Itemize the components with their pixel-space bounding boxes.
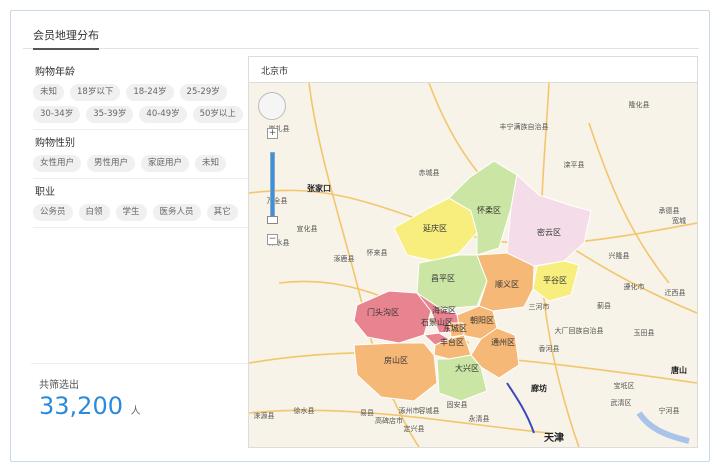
district-label: 顺义区 (495, 280, 519, 289)
place-label: 宽城 (672, 216, 686, 225)
place-label: 兴隆县 (609, 251, 630, 260)
place-label: 易县 (360, 409, 374, 417)
place-label: 大厂回族自治县 (555, 326, 604, 335)
tag-job-civil-servant[interactable]: 公务员 (33, 204, 73, 221)
zoom-slider-track[interactable] (270, 152, 275, 220)
tag-age-over50[interactable]: 50岁以上 (192, 106, 243, 123)
map-svg: 延庆区怀柔区密云区平谷区昌平区顺义区门头沟区 海淀区石景山区 朝阳区东城区丰台区 通州… (249, 83, 697, 447)
place-label: 遵化市 (624, 282, 645, 291)
district-label: 平谷区 (543, 276, 567, 285)
place-label: 涞源县 (254, 411, 275, 420)
river (636, 411, 690, 444)
tag-age-40-49[interactable]: 40-49岁 (139, 106, 187, 123)
place-label: 香河县 (539, 344, 560, 353)
filter-section: 购物年龄 未知 18岁以下 18-24岁 25-29岁 30-34岁 35-39… (33, 59, 251, 232)
district-label: 怀柔区 (477, 205, 501, 215)
place-label: 隆化县 (629, 100, 650, 109)
map-title: 北京市 (249, 57, 697, 83)
place-label: 蓟县 (597, 301, 611, 310)
district-label: 门头沟区 (367, 307, 399, 317)
result-label: 共筛选出 (39, 380, 79, 391)
district-label: 朝阳区 (470, 316, 494, 325)
result-count-value: 33,200 (39, 392, 123, 420)
place-label: 张家口 (307, 183, 331, 193)
tag-age-18-24[interactable]: 18-24岁 (126, 84, 174, 101)
tag-job-student[interactable]: 学生 (115, 204, 147, 221)
tag-gender-female[interactable]: 女性用户 (33, 155, 82, 172)
place-label: 玉田县 (634, 329, 655, 337)
tag-age-35-39[interactable]: 35-39岁 (86, 106, 134, 123)
district-label: 昌平区 (431, 274, 455, 283)
tag-job-medical[interactable]: 医务人员 (152, 204, 201, 221)
filter-group-age: 购物年龄 未知 18岁以下 18-24岁 25-29岁 30-34岁 35-39… (33, 63, 251, 130)
place-label: 徐水县 (294, 406, 315, 415)
district-房山区[interactable] (353, 342, 438, 402)
district-label: 海淀区 (432, 305, 456, 315)
district-label: 通州区 (491, 337, 515, 347)
district-label: 密云区 (537, 227, 561, 237)
place-label: 宁河县 (659, 406, 680, 415)
place-label: 固安县 (447, 400, 468, 409)
tag-job-other[interactable]: 其它 (206, 204, 238, 221)
place-label: 宝坻区 (614, 381, 635, 390)
place-label: 怀来县 (367, 248, 388, 257)
age-tags: 未知 18岁以下 18-24岁 25-29岁 30-34岁 35-39岁 40-… (33, 82, 251, 127)
place-label: 迁西县 (665, 288, 686, 297)
panel-header: 会员地理分布 (23, 25, 699, 50)
place-label: 永清县 (469, 414, 490, 423)
zoom-in-button[interactable]: + (267, 128, 278, 139)
pan-control[interactable] (258, 92, 286, 120)
place-label: 容城县 (419, 406, 440, 415)
place-label: 涿鹿县 (334, 254, 355, 263)
place-label: 滦平县 (564, 160, 585, 169)
district-label: 延庆区 (423, 223, 447, 233)
railway-line (506, 382, 535, 434)
beijing-map[interactable]: 延庆区 怀柔区 密云区 平谷区 昌平区 顺义区 门头沟区 海淀区 石景山区 朝阳区 东城区 丰台区 通州… (249, 83, 697, 447)
place-label: 天津 (544, 431, 564, 444)
filter-group-title: 购物性别 (35, 138, 75, 149)
tag-age-30-34[interactable]: 30-34岁 (33, 106, 81, 123)
district-label: 房山区 (384, 355, 408, 365)
place-label: 定兴县 (404, 424, 425, 433)
place-label: 高碑店市 (375, 416, 403, 425)
place-label: 宣化县 (297, 224, 318, 233)
place-label: 唐山 (671, 365, 687, 375)
filter-group-title: 购物年龄 (35, 67, 75, 78)
occupation-tags: 公务员 白领 学生 医务人员 其它 (33, 202, 251, 225)
filter-group-title: 职业 (35, 187, 55, 198)
place-label: 武清区 (611, 398, 632, 407)
map-zoom-control: + − (258, 92, 286, 252)
tag-age-under18[interactable]: 18岁以下 (70, 84, 121, 101)
place-label: 廊坊 (531, 383, 547, 393)
gender-tags: 女性用户 男性用户 家庭用户 未知 (33, 153, 251, 176)
panel-title: 会员地理分布 (33, 27, 99, 50)
tag-gender-male[interactable]: 男性用户 (87, 155, 136, 172)
tag-job-white-collar[interactable]: 白领 (78, 204, 110, 221)
place-label: 承德县 (659, 206, 680, 215)
district-label: 丰台区 (440, 337, 464, 347)
district-label: 大兴区 (455, 363, 479, 373)
tag-age-unknown[interactable]: 未知 (33, 84, 65, 101)
district-label: 东城区 (443, 323, 467, 333)
place-label: 三河市 (529, 302, 550, 311)
result-unit: 人 (130, 406, 141, 417)
result-count: 33,200 人 (39, 391, 251, 427)
place-label: 涿州市 (399, 406, 420, 415)
filter-group-occupation: 职业 公务员 白领 学生 医务人员 其它 (33, 183, 251, 228)
tag-gender-unknown[interactable]: 未知 (195, 155, 227, 172)
zoom-out-button[interactable]: − (267, 234, 278, 245)
tag-age-25-29[interactable]: 25-29岁 (179, 84, 227, 101)
filter-group-gender: 购物性别 女性用户 男性用户 家庭用户 未知 (33, 134, 251, 179)
map-panel: 北京市 延庆区 怀柔区 密云区 平谷区 昌平区 顺义区 门头沟区 海淀区 石景山… (248, 56, 698, 448)
district-门头沟区[interactable] (353, 290, 432, 344)
result-summary: 共筛选出 33,200 人 (31, 363, 251, 427)
place-label: 丰宁满族自治县 (500, 122, 549, 131)
tag-gender-family[interactable]: 家庭用户 (141, 155, 190, 172)
zoom-slider-handle[interactable] (267, 216, 278, 224)
place-label: 赤城县 (419, 169, 440, 177)
